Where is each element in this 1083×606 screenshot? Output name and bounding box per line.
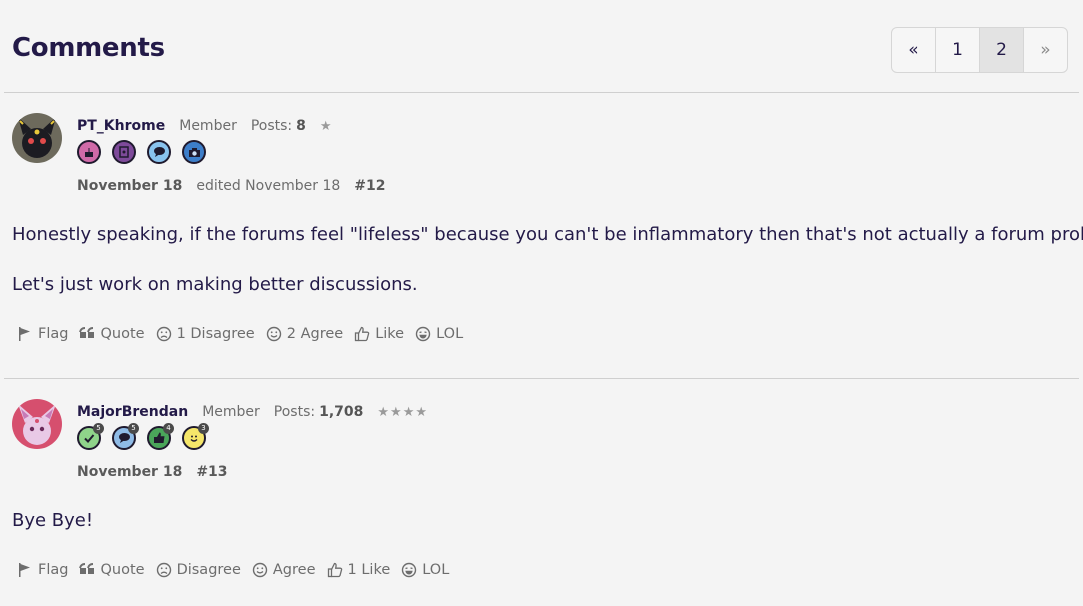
checkmark-icon[interactable]: 5 (77, 423, 104, 450)
like-button[interactable]: 1 Like (327, 562, 391, 578)
post-number[interactable]: #12 (354, 178, 385, 194)
like-label: Like (375, 326, 405, 342)
author-role: Member (179, 118, 237, 134)
page-title: Comments (12, 33, 165, 63)
pagination-page-1[interactable]: 1 (936, 28, 980, 72)
disagree-label: 1 Disagree (176, 326, 255, 342)
quote-label: Quote (100, 562, 145, 578)
author-line: MajorBrendan Member Posts: 1,708 ★★★★ (77, 404, 428, 420)
badge-list: 5 5 4 3 (77, 423, 217, 450)
speech-bubble-icon[interactable]: 5 (112, 423, 139, 450)
rank-stars: ★ (319, 119, 333, 134)
lol-button[interactable]: LOL (401, 562, 449, 578)
flag-icon (19, 327, 30, 341)
flag-button[interactable]: Flag (17, 562, 68, 578)
lol-label: LOL (422, 562, 450, 578)
posts-count: 8 (296, 118, 306, 134)
quote-label: Quote (100, 326, 145, 342)
agree-label: 2 Agree (286, 326, 344, 342)
comment-paragraph: Let's just work on making better discuss… (12, 274, 418, 295)
laugh-icon (415, 326, 431, 342)
smile-icon (252, 562, 268, 578)
comments-header: Comments « 1 2 » (0, 0, 1083, 92)
divider (4, 378, 1079, 379)
cake-icon[interactable] (77, 140, 101, 164)
post-date[interactable]: November 18 (77, 464, 182, 480)
like-label: 1 Like (347, 562, 391, 578)
disagree-button[interactable]: Disagree (156, 562, 241, 578)
badge-count: 5 (128, 423, 139, 434)
thumbs-up-icon (355, 326, 370, 342)
lol-label: LOL (436, 326, 464, 342)
agree-label: Agree (272, 562, 316, 578)
author-line: PT_Khrome Member Posts: 8 ★ (77, 118, 333, 134)
badge-count: 4 (163, 423, 174, 434)
quote-button[interactable]: Quote (79, 326, 145, 342)
quote-icon (79, 563, 95, 574)
thumbs-up-icon (327, 562, 342, 578)
frown-icon (156, 326, 171, 342)
posts-label: Posts: (273, 404, 316, 420)
author-name[interactable]: MajorBrendan (77, 404, 188, 420)
post-meta: November 18 edited November 18 #12 (77, 178, 385, 194)
pagination-page-2-current[interactable]: 2 (980, 28, 1024, 72)
pagination: « 1 2 » (891, 27, 1068, 73)
flag-label: Flag (38, 562, 69, 578)
lol-button[interactable]: LOL (415, 326, 463, 342)
posts-label: Posts: (250, 118, 293, 134)
thumbs-up-icon[interactable]: 4 (147, 423, 174, 450)
book-icon[interactable] (112, 140, 136, 164)
camera-icon[interactable] (182, 140, 206, 164)
avatar[interactable] (12, 113, 62, 163)
speech-bubble-icon[interactable] (147, 140, 171, 164)
laugh-icon (402, 562, 417, 578)
flag-label: Flag (38, 326, 69, 342)
post-meta: November 18 #13 (77, 464, 228, 480)
badge-count: 5 (93, 423, 104, 434)
comment-paragraph: Honestly speaking, if the forums feel "l… (12, 224, 1083, 245)
reaction-bar: Flag Quote Disagree Agree 1 Like LOL (17, 562, 460, 578)
reaction-bar: Flag Quote 1 Disagree 2 Agree Like LOL (17, 326, 474, 342)
badge-list (77, 140, 217, 164)
badge-count: 3 (198, 423, 209, 434)
agree-button[interactable]: Agree (252, 562, 316, 578)
rank-stars: ★★★★ (377, 405, 429, 420)
smile-icon (266, 326, 281, 342)
quote-icon (79, 327, 95, 338)
divider (4, 92, 1079, 93)
posts-count: 1,708 (319, 404, 364, 420)
pagination-next-button[interactable]: » (1024, 28, 1067, 72)
pagination-prev-button[interactable]: « (892, 28, 936, 72)
author-role: Member (202, 404, 260, 420)
post-edited: edited November 18 (196, 178, 341, 194)
smile-icon[interactable]: 3 (182, 423, 209, 450)
flag-icon (19, 563, 30, 577)
post-number[interactable]: #13 (196, 464, 227, 480)
disagree-button[interactable]: 1 Disagree (156, 326, 255, 342)
author-name[interactable]: PT_Khrome (77, 118, 165, 134)
flag-button[interactable]: Flag (17, 326, 68, 342)
comment-paragraph: Bye Bye! (12, 510, 94, 531)
like-button[interactable]: Like (354, 326, 404, 342)
post-date[interactable]: November 18 (77, 178, 182, 194)
agree-button[interactable]: 2 Agree (266, 326, 343, 342)
disagree-label: Disagree (176, 562, 241, 578)
frown-icon (156, 562, 171, 578)
avatar[interactable] (12, 399, 62, 449)
quote-button[interactable]: Quote (79, 562, 145, 578)
